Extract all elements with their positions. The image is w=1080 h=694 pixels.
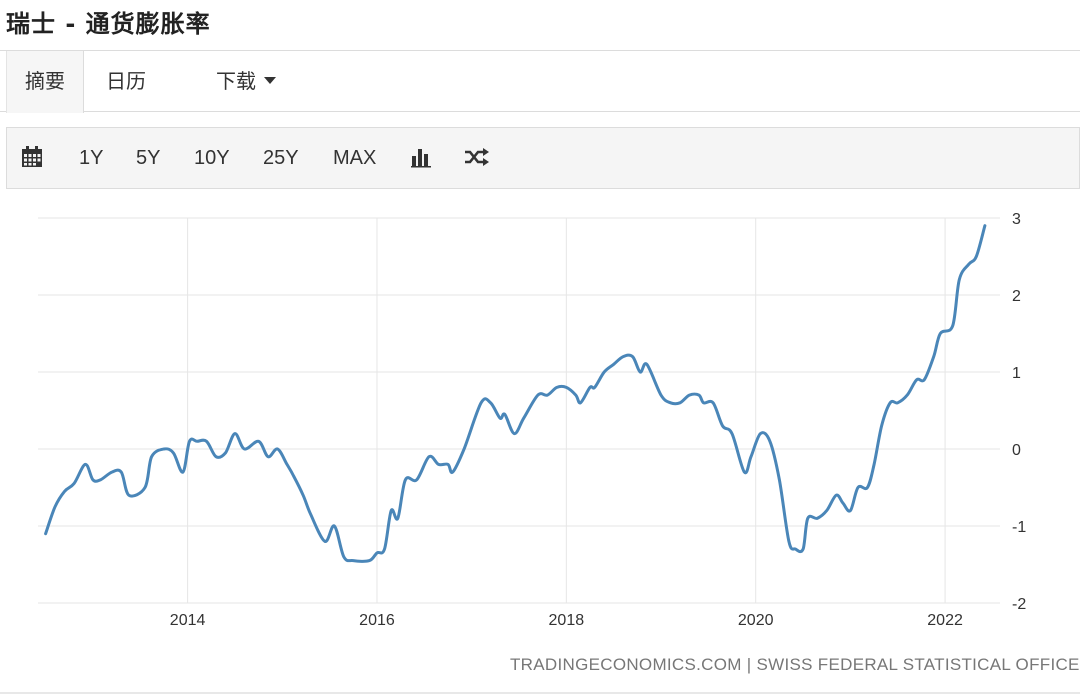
calendar-icon[interactable] <box>21 146 43 172</box>
bar-chart-icon[interactable] <box>410 146 432 172</box>
y-tick-label: 1 <box>1012 365 1021 382</box>
range-25y-button[interactable]: 25Y <box>263 128 299 188</box>
tab-summary[interactable]: 摘要 <box>6 51 84 113</box>
x-tick-label: 2014 <box>170 612 206 629</box>
range-1y-button[interactable]: 1Y <box>79 128 103 188</box>
x-tick-label: 2018 <box>549 612 585 629</box>
y-tick-label: 3 <box>1012 211 1021 228</box>
x-tick-label: 2022 <box>927 612 963 629</box>
tab-calendar[interactable]: 日历 <box>106 51 146 113</box>
page-title: 瑞士 - 通货膨胀率 <box>6 10 211 38</box>
chart-area: 3 2 1 0 -1 -2 2014 2016 2018 2020 2022 <box>0 190 1080 694</box>
range-5y-button[interactable]: 5Y <box>136 128 160 188</box>
shuffle-icon[interactable] <box>464 146 490 172</box>
inflation-line-chart: 3 2 1 0 -1 -2 2014 2016 2018 2020 2022 <box>38 211 1026 629</box>
range-max-button[interactable]: MAX <box>333 128 376 188</box>
tab-bar: 摘要 日历 下载 <box>0 50 1080 113</box>
y-tick-label: 0 <box>1012 442 1021 459</box>
x-tick-label: 2016 <box>359 612 395 629</box>
tab-download-label: 下载 <box>216 69 256 93</box>
y-tick-label: -1 <box>1012 519 1026 536</box>
source-attribution: TRADINGECONOMICS.COM | SWISS FEDERAL STA… <box>510 655 1080 674</box>
y-tick-label: 2 <box>1012 288 1021 305</box>
x-tick-label: 2020 <box>738 612 774 629</box>
y-tick-label: -2 <box>1012 596 1026 613</box>
tab-download[interactable]: 下载 <box>216 51 276 113</box>
range-10y-button[interactable]: 10Y <box>194 128 230 188</box>
caret-down-icon <box>264 77 276 84</box>
chart-toolbar: 1Y 5Y 10Y 25Y MAX <box>6 127 1080 189</box>
inflation-series-line <box>44 224 987 563</box>
